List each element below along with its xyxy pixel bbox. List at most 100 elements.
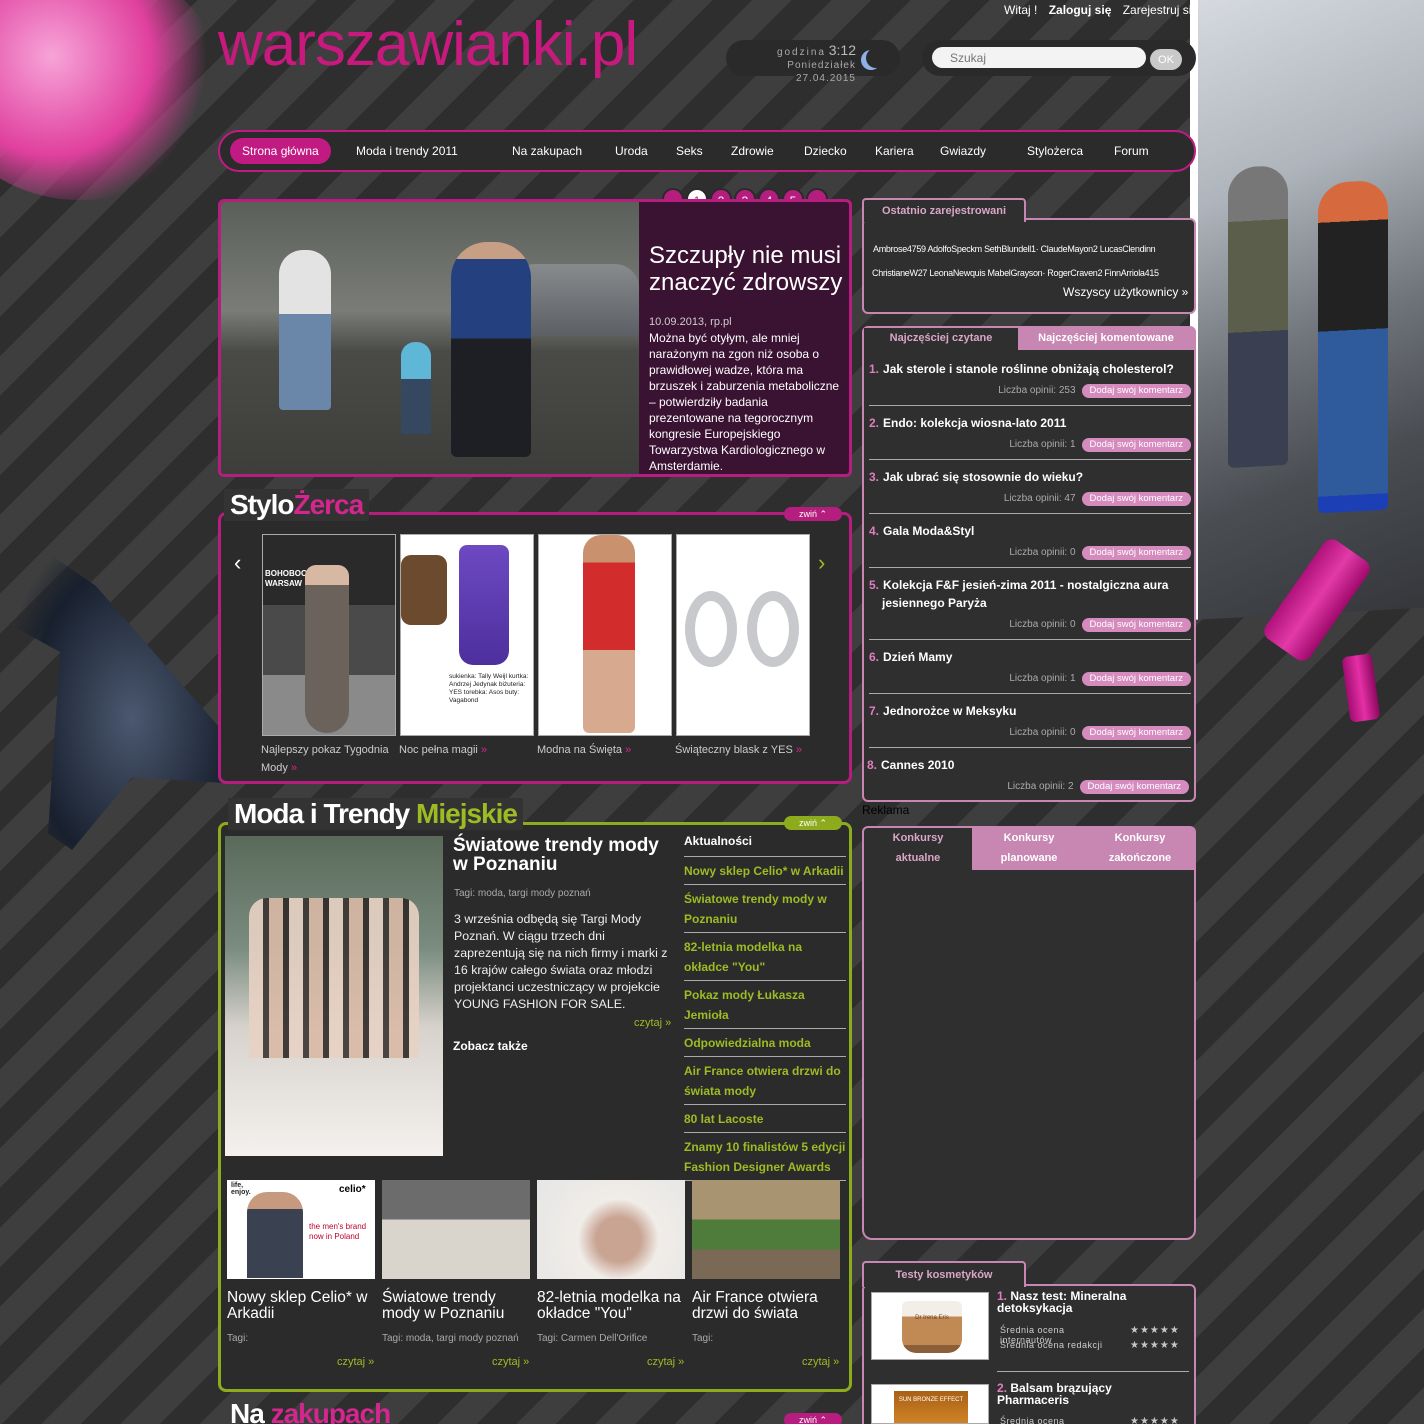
add-comment-button[interactable]: Dodaj swój komentarz (1081, 672, 1191, 686)
tab-contests-current[interactable]: Konkursy aktualne (864, 828, 972, 870)
cosmetic-title[interactable]: 2. Balsam brązujący Pharmaceris (997, 1382, 1187, 1406)
moda-main-photo[interactable] (225, 836, 443, 1156)
tab-contests-finished[interactable]: Konkursy zakończone (1094, 828, 1186, 868)
cream-jar (902, 1301, 962, 1353)
news-item[interactable]: Znamy 10 finalistów 5 edycji Fashion Des… (684, 1133, 846, 1181)
nav-zdrowie[interactable]: Zdrowie (731, 144, 774, 158)
card-image-model[interactable] (537, 1180, 685, 1279)
zakupy-title-a: Na (230, 1398, 265, 1424)
chevron-left-icon[interactable]: ‹ (234, 550, 241, 576)
nav-stylozerca[interactable]: Stylożerca (1027, 144, 1083, 158)
see-also-label: Zobacz także (453, 1039, 528, 1053)
chevron-right-icon[interactable]: › (818, 550, 825, 576)
moda-title-a: Moda i Trendy (234, 798, 410, 829)
outfit-credits: sukienka: Tally Weijl kurtka: Andrzej Je… (449, 673, 529, 704)
add-comment-button[interactable]: Dodaj swój komentarz (1081, 384, 1191, 398)
moda-collapse-button[interactable]: zwiń ⌃ (784, 816, 842, 830)
card-read-more[interactable]: czytaj » (802, 1356, 839, 1368)
zakupy-collapse-button[interactable]: zwiń ⌃ (784, 1413, 842, 1424)
cosmetic-image-2[interactable]: SUN BRONZE EFFECT (871, 1384, 989, 1424)
cosmetic-image-1[interactable]: Dr Irena Eris (871, 1292, 989, 1360)
card-read-more[interactable]: czytaj » (492, 1356, 529, 1368)
news-item[interactable]: Odpowiedzialna moda (684, 1029, 846, 1057)
news-item[interactable]: 82-letnia modelka na okładce "You" (684, 933, 846, 981)
thumb-caption[interactable]: Świąteczny blask z YES » (675, 741, 811, 759)
card-title[interactable]: Nowy sklep Celio* w Arkadii (227, 1290, 377, 1322)
add-comment-button[interactable]: Dodaj swój komentarz (1081, 546, 1191, 560)
news-item[interactable]: Nowy sklep Celio* w Arkadii (684, 857, 846, 885)
card-image-airfrance[interactable] (692, 1180, 840, 1279)
rating-stars: ★★★★★ (1130, 1340, 1180, 1351)
popular-item[interactable]: 6. Dzień Mamy Liczba opinii: 1 Dodaj swój … (869, 648, 1191, 694)
popular-item[interactable]: 1. Jak sterole i stanole roślinne obniżaj… (869, 360, 1191, 406)
register-link[interactable]: Zarejestruj się (1123, 3, 1198, 17)
card-read-more[interactable]: czytaj » (337, 1356, 374, 1368)
news-item[interactable]: Air France otwiera drzwi do świata mody (684, 1057, 846, 1105)
earring (747, 591, 799, 667)
thumb-caption[interactable]: Modna na Święta » (537, 741, 673, 759)
stylozerca-collapse-button[interactable]: zwiń ⌃ (784, 507, 842, 521)
popular-item[interactable]: 8. Cannes 2010 Liczba opinii: 2 Dodaj swój… (867, 756, 1189, 794)
tab-most-commented[interactable]: Najczęściej komentowane (1018, 328, 1194, 350)
thumb-caption[interactable]: Najlepszy pokaz Tygodnia Mody » (261, 741, 397, 777)
nav-moda[interactable]: Moda i trendy 2011 (356, 144, 458, 158)
add-comment-button[interactable]: Dodaj swój komentarz (1081, 618, 1191, 632)
card-title[interactable]: Światowe trendy mody w Poznaniu (382, 1290, 532, 1322)
nav-dziecko[interactable]: Dziecko (804, 144, 847, 158)
card-image-poznan[interactable] (382, 1180, 530, 1279)
news-item[interactable]: Światowe trendy mody w Poznaniu (684, 885, 846, 933)
popular-item[interactable]: 5. Kolekcja F&F jesień-zima 2011 - nostal… (869, 576, 1191, 640)
tab-most-read[interactable]: Najczęściej czytane (864, 328, 1018, 350)
add-comment-button[interactable]: Dodaj swój komentarz (1081, 438, 1191, 452)
card-title[interactable]: 82-letnia modelka na okładce "You" (537, 1290, 687, 1322)
nav-forum[interactable]: Forum (1114, 144, 1149, 158)
recent-users-row[interactable]: ChristianeW27 LeonaNewquis MabelGrayson·… (872, 268, 1159, 278)
item-opinions: Liczba opinii: 1 (1009, 673, 1076, 684)
nav-home[interactable]: Strona główna (230, 138, 331, 164)
stylozerca-thumb-4[interactable] (676, 534, 810, 736)
nav-uroda[interactable]: Uroda (615, 144, 648, 158)
all-users-link[interactable]: Wszyscy użytkownicy » (1063, 285, 1188, 299)
moda-main-title[interactable]: Światowe trendy mody w Poznaniu (453, 836, 675, 874)
cosmetics-tab[interactable]: Testy kosmetyków (862, 1261, 1026, 1287)
thumb-caption[interactable]: Noc pełna magii » (399, 741, 535, 759)
search-input[interactable] (932, 47, 1146, 68)
tab-contests-planned[interactable]: Konkursy planowane (986, 828, 1072, 868)
popular-item[interactable]: 7. Jednorożce w Meksyku Liczba opinii: 0 D… (869, 702, 1191, 748)
zakupy-title: Na zakupach (230, 1398, 391, 1424)
clock-widget: godzina 3:12 Poniedziałek 27.04.2015 (726, 40, 900, 84)
item-title: Cannes 2010 (881, 758, 955, 772)
nav-zakupy[interactable]: Na zakupach (512, 144, 582, 158)
stylozerca-thumb-2[interactable]: sukienka: Tally Weijl kurtka: Andrzej Je… (400, 534, 534, 736)
item-opinions: Liczba opinii: 253 (998, 385, 1076, 396)
cosmetic-title[interactable]: 1. Nasz test: Mineralna detoksykacja (997, 1290, 1187, 1314)
recent-users-tab[interactable]: Ostatnio zarejestrowani (862, 198, 1026, 222)
news-item[interactable]: Pokaz mody Łukasza Jemioła (684, 981, 846, 1029)
login-link[interactable]: Zaloguj się (1049, 3, 1112, 17)
card-title[interactable]: Air France otwiera drzwi do świata (692, 1290, 842, 1322)
moda-read-more[interactable]: czytaj » (634, 1017, 671, 1029)
slider-photo[interactable] (221, 202, 639, 474)
news-item[interactable]: 80 lat Lacoste (684, 1105, 846, 1133)
site-logo[interactable]: warszawianki.pl (218, 14, 638, 76)
add-comment-button[interactable]: Dodaj swój komentarz (1079, 780, 1189, 794)
stylozerca-thumb-1[interactable]: BOHOBOCO WARSAW (262, 534, 396, 736)
nav-kariera[interactable]: Kariera (875, 144, 914, 158)
search-button[interactable]: OK (1150, 49, 1182, 70)
slider-title[interactable]: Szczupły nie musi znaczyć zdrowszy (649, 242, 843, 296)
slider-more-link[interactable]: » (649, 476, 843, 477)
item-title: Jak ubrać się stosownie do wieku? (883, 470, 1084, 484)
add-comment-button[interactable]: Dodaj swój komentarz (1081, 726, 1191, 740)
add-comment-button[interactable]: Dodaj swój komentarz (1081, 492, 1191, 506)
moda-title: Moda i Trendy Miejskie (228, 798, 523, 830)
popular-item[interactable]: 3. Jak ubrać się stosownie do wieku? Licz… (869, 468, 1191, 514)
stylozerca-thumb-3[interactable] (538, 534, 672, 736)
nav-gwiazdy[interactable]: Gwiazdy (940, 144, 986, 158)
nav-seks[interactable]: Seks (676, 144, 703, 158)
recent-users-row[interactable]: Ambrose4759 AdolfoSpeckm SethBlundell1· … (873, 244, 1156, 254)
card-image-celio[interactable]: life, enjoy. celio* the men's brand now … (227, 1180, 375, 1279)
popular-item[interactable]: 2. Endo: kolekcja wiosna-lato 2011 Liczba… (869, 414, 1191, 460)
card-tags: Tagi: moda, targi mody poznań (382, 1333, 519, 1344)
card-read-more[interactable]: czytaj » (647, 1356, 684, 1368)
popular-item[interactable]: 4. Gala Moda&Styl Liczba opinii: 0 Dodaj s… (869, 522, 1191, 568)
